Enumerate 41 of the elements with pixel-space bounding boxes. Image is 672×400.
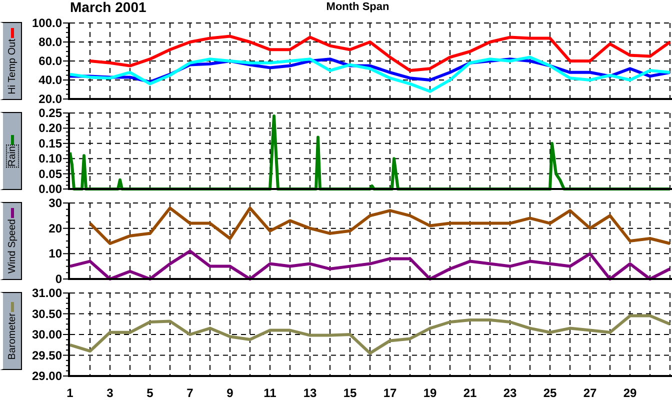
y-tick-label: 29.00 — [32, 369, 62, 383]
series-toggle-button[interactable]: Wind Speed — [0, 202, 22, 280]
y-tick-label: 20 — [48, 221, 62, 236]
y-tick-label: 0.10 — [38, 152, 62, 166]
x-tick-label: 13 — [303, 386, 317, 399]
x-tick-label: 5 — [146, 386, 154, 399]
x-tick-label: 29 — [623, 386, 637, 399]
y-tick-label: 31.00 — [32, 286, 62, 300]
x-tick-label: 27 — [583, 386, 597, 399]
y-tick-label: 0.15 — [38, 136, 62, 150]
y-tick-label: 29.50 — [32, 348, 62, 362]
series-toggle-button[interactable]: Rain — [0, 112, 22, 190]
y-tick-label: 0.00 — [38, 182, 62, 194]
x-tick-label: 21 — [463, 386, 477, 399]
x-tick-label: 15 — [343, 386, 357, 399]
y-tick-label: 60.0 — [38, 54, 62, 68]
y-tick-label: 0.05 — [38, 166, 62, 181]
x-tick-label: 23 — [503, 386, 517, 399]
y-tick-label: 10 — [48, 246, 62, 261]
span-label: Month Span — [326, 1, 390, 13]
y-tick-label: 0.20 — [38, 121, 62, 136]
y-tick-label: 80.0 — [38, 35, 62, 49]
series-toggle-button[interactable]: Hi Temp Out — [0, 22, 22, 100]
y-tick-label: 30.00 — [32, 328, 62, 342]
x-tick-label: 25 — [543, 386, 557, 399]
x-tick-label: 9 — [226, 386, 234, 399]
y-tick-label: 30 — [48, 196, 62, 210]
x-tick-label: 7 — [186, 386, 194, 399]
chart-title: March 2001 — [70, 0, 146, 14]
y-tick-label: 0.25 — [38, 106, 62, 120]
x-tick-label: 11 — [264, 386, 276, 399]
x-tick-label: 3 — [106, 386, 114, 399]
x-tick-label: 19 — [423, 386, 437, 399]
y-tick-label: 0 — [55, 272, 62, 284]
x-tick-label: 1 — [66, 386, 74, 399]
y-tick-label: 20.0 — [38, 92, 62, 104]
y-tick-label: 100.0 — [32, 16, 62, 30]
x-tick-label: 17 — [383, 386, 397, 399]
series-toggle-button[interactable]: Barometer — [0, 292, 22, 370]
y-tick-label: 30.50 — [32, 306, 62, 321]
y-tick-label: 40.0 — [38, 73, 62, 87]
